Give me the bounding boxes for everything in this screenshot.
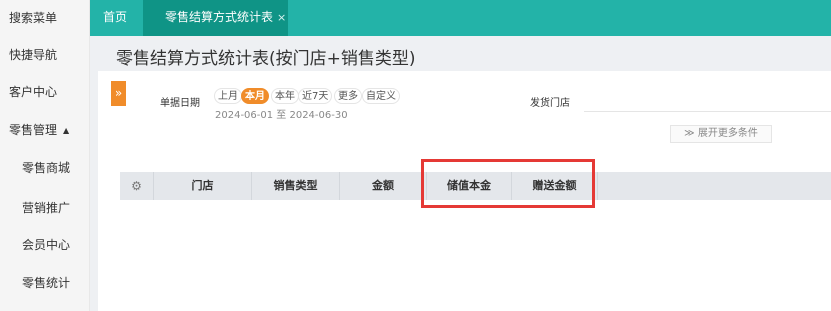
sidebar-item-marketing[interactable]: 营销推广 [0,190,90,226]
gear-icon[interactable]: ⚙ [131,179,142,193]
table-header: ⚙ 门店 销售类型 金额 储值本金 赠送金额 [120,172,831,200]
tab-bar: 首页 零售结算方式统计表 × [90,0,831,36]
expand-sidebar-button[interactable]: » [111,81,126,106]
table-settings-cell[interactable]: ⚙ [120,172,154,200]
date-chip-custom[interactable]: 自定义 [362,88,400,104]
column-header-store[interactable]: 门店 [154,172,252,200]
tab-home[interactable]: 首页 [103,0,127,36]
sidebar-item-retail-stats[interactable]: 零售统计 [0,265,90,301]
sidebar-item-retail-management[interactable]: 零售管理 ▲ [0,112,90,148]
column-header-sales-type[interactable]: 销售类型 [252,172,340,200]
sidebar-item-member-center[interactable]: 会员中心 [0,227,90,263]
date-range-text: 2024-06-01 至 2024-06-30 [215,110,348,121]
sidebar-item-label: 零售商城 [22,161,71,175]
date-chip-more[interactable]: 更多 [334,88,362,104]
sidebar: 搜索菜单 快捷导航 客户中心 零售管理 ▲ 零售商城 营销推广 会员中心 零售统计 [0,0,90,311]
close-icon[interactable]: × [277,1,286,35]
sidebar-item-label: 会员中心 [22,238,71,252]
page-title: 零售结算方式统计表(按门店+销售类型) [116,49,416,69]
tab-retail-settlement-report[interactable]: 零售结算方式统计表 × [143,0,288,36]
report-table: ⚙ 门店 销售类型 金额 储值本金 赠送金额 [98,154,831,311]
date-chip-this-month[interactable]: 本月 [241,88,269,104]
sidebar-item-search-menu[interactable]: 搜索菜单 [0,0,90,36]
caret-up-icon: ▲ [63,126,70,135]
main-content: 零售结算方式统计表(按门店+销售类型) » 单据日期 上月 本月 本年 近7天 … [90,36,831,311]
sidebar-item-label: 客户中心 [9,85,58,99]
date-chip-last-7-days[interactable]: 近7天 [298,88,333,104]
sidebar-item-label: 零售统计 [22,276,71,290]
expand-more-conditions-button[interactable]: ≫ 展开更多条件 [670,125,772,143]
date-chip-this-year[interactable]: 本年 [271,88,299,104]
sidebar-item-retail-mall[interactable]: 零售商城 [0,150,90,186]
store-input[interactable] [584,86,831,112]
date-chip-last-month[interactable]: 上月 [214,88,242,104]
column-header-bonus-amount[interactable]: 赠送金额 [512,172,598,200]
column-header-amount[interactable]: 金额 [340,172,427,200]
date-filter-label: 单据日期 [160,98,200,109]
store-filter-label: 发货门店 [530,98,570,109]
sidebar-item-label: 零售管理 [9,123,58,137]
tab-label: 零售结算方式统计表 [165,10,274,24]
sidebar-item-customer-center[interactable]: 客户中心 [0,74,90,110]
sidebar-item-label: 快捷导航 [9,48,58,62]
column-header-stored-principal[interactable]: 储值本金 [427,172,512,200]
sidebar-item-label: 营销推广 [22,201,71,215]
sidebar-item-quick-nav[interactable]: 快捷导航 [0,37,90,73]
sidebar-item-label: 搜索菜单 [9,11,58,25]
